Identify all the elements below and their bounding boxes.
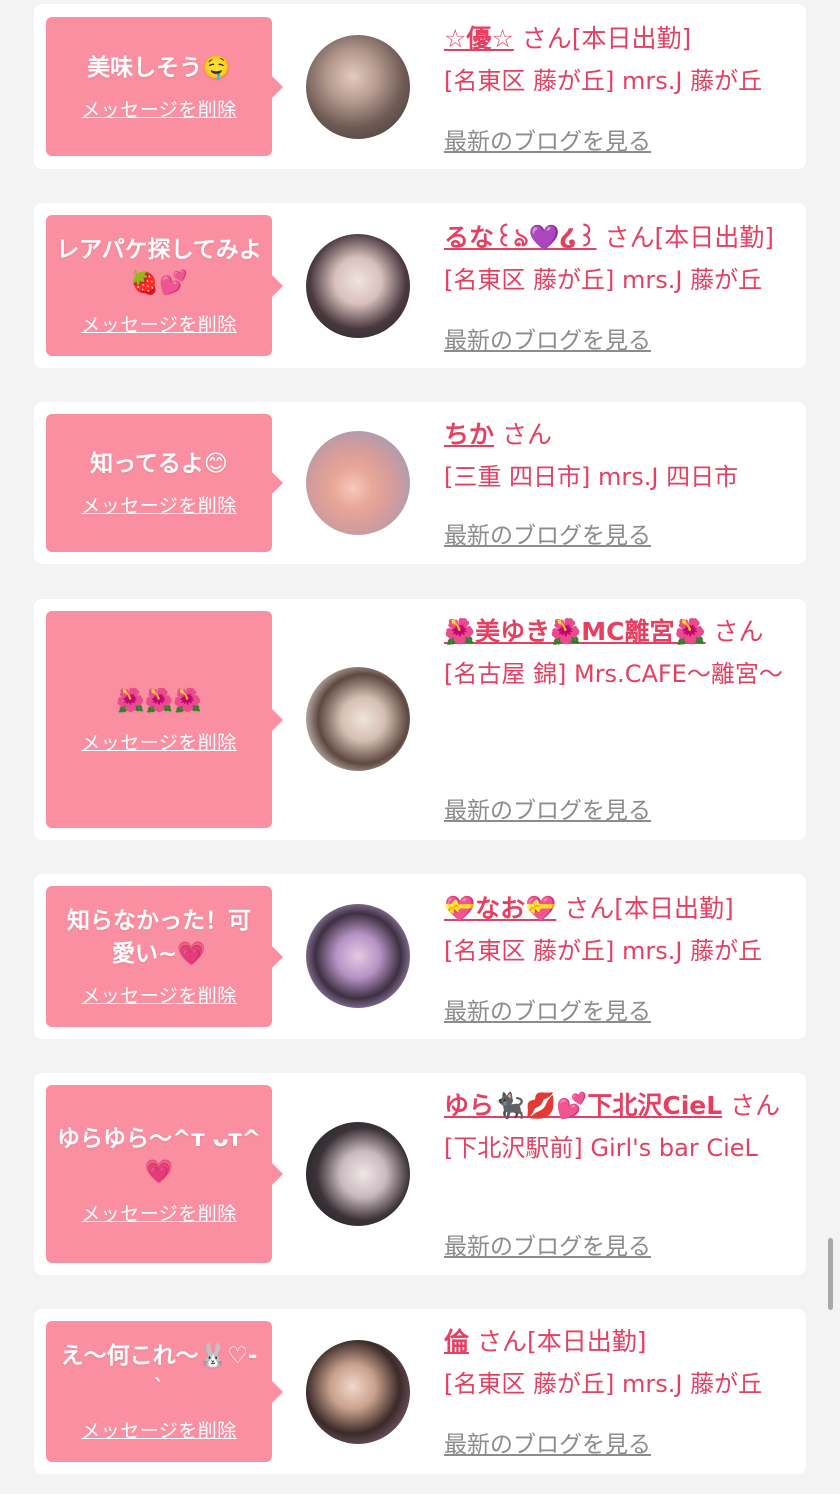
sender-name-line: 倫 さん[本日出勤]: [444, 1321, 794, 1363]
latest-blog-link[interactable]: 最新のブログを見る: [444, 992, 651, 1026]
honorific: さん: [469, 1327, 527, 1356]
sender-name-link[interactable]: ☆優☆: [444, 24, 514, 53]
delete-message-link[interactable]: メッセージを削除: [81, 95, 237, 122]
sender-name-link[interactable]: 倫: [444, 1327, 469, 1356]
sender-info: ☆優☆ さん[本日出勤] [名東区 藤が丘] mrs.J 藤が丘 最新のブログを…: [444, 18, 794, 158]
message-card: ゆらゆら〜^ᴛ ᴗᴛ^💗 メッセージを削除 ゆら🐈‍⬛💋💕下北沢CieL さん …: [34, 1073, 806, 1275]
avatar[interactable]: [306, 667, 410, 771]
sender-info: 倫 さん[本日出勤] [名東区 藤が丘] mrs.J 藤が丘 最新のブログを見る: [444, 1321, 794, 1461]
message-text: 🌺🌺🌺: [116, 687, 202, 714]
latest-blog-link[interactable]: 最新のブログを見る: [444, 516, 651, 550]
message-text: ゆらゆら〜^ᴛ ᴗᴛ^💗: [56, 1125, 261, 1185]
latest-blog-link[interactable]: 最新のブログを見る: [444, 791, 651, 825]
delete-message-link[interactable]: メッセージを削除: [81, 310, 237, 337]
latest-blog-link[interactable]: 最新のブログを見る: [444, 321, 651, 355]
sender-name-link[interactable]: ゆら🐈‍⬛💋💕下北沢CieL: [444, 1091, 722, 1120]
store-name: [下北沢駅前] Girl's bar CieL: [444, 1134, 758, 1162]
message-text: 知ってるよ😊: [90, 451, 228, 477]
message-bubble: レアパケ探してみよ🍓💕 メッセージを削除: [46, 215, 283, 356]
sender-info: ちか さん [三重 四日市] mrs.J 四日市 最新のブログを見る: [444, 414, 794, 554]
sender-name-link[interactable]: ちか: [444, 420, 494, 449]
honorific: さん: [513, 24, 572, 53]
sender-name-link[interactable]: 🌺美ゆき🌺MC離宮🌺: [444, 617, 706, 646]
delete-message-link[interactable]: メッセージを削除: [81, 728, 237, 755]
honorific: さん: [596, 223, 655, 252]
honorific: さん: [494, 420, 552, 449]
sender-info: るな꒰ঌ💜໒꒱ さん[本日出勤] [名東区 藤が丘] mrs.J 藤が丘 最新の…: [444, 217, 794, 357]
sender-name-link[interactable]: るな꒰ঌ💜໒꒱: [444, 223, 597, 252]
avatar[interactable]: [306, 234, 410, 338]
message-card: え〜何これ〜🐰♡-` メッセージを削除 倫 さん[本日出勤] [名東区 藤が丘]…: [34, 1309, 806, 1474]
message-card: 知らなかった！可愛い~💗 メッセージを削除 💝なお💝 さん[本日出勤] [名東区…: [34, 874, 806, 1039]
sender-name-line: ちか さん: [444, 414, 794, 456]
message-card: レアパケ探してみよ🍓💕 メッセージを削除 るな꒰ঌ💜໒꒱ さん[本日出勤] [名…: [34, 203, 806, 368]
message-bubble: 知ってるよ😊 メッセージを削除: [46, 414, 283, 552]
message-bubble: 知らなかった！可愛い~💗 メッセージを削除: [46, 886, 283, 1027]
avatar[interactable]: [306, 35, 410, 139]
honorific: さん: [556, 894, 615, 923]
delete-message-link[interactable]: メッセージを削除: [81, 981, 237, 1008]
message-text: 美味しそう🤤: [87, 54, 231, 81]
delete-message-link[interactable]: メッセージを削除: [81, 1416, 237, 1443]
avatar[interactable]: [306, 1340, 410, 1444]
avatar[interactable]: [306, 1122, 410, 1226]
message-text: レアパケ探してみよ🍓💕: [56, 237, 262, 296]
status-badge: [本日出勤]: [526, 1327, 647, 1356]
message-card: 美味しそう🤤 メッセージを削除 ☆優☆ さん[本日出勤] [名東区 藤が丘] m…: [34, 4, 806, 169]
status-badge: [本日出勤]: [614, 894, 734, 923]
sender-name-line: ゆら🐈‍⬛💋💕下北沢CieL さん: [444, 1085, 794, 1127]
message-bubble: え〜何これ〜🐰♡-` メッセージを削除: [46, 1321, 283, 1462]
store-name: [名東区 藤が丘] mrs.J 藤が丘: [444, 266, 763, 294]
message-text: え〜何これ〜🐰♡-`: [60, 1343, 258, 1402]
honorific: さん: [722, 1091, 781, 1120]
sender-name-link[interactable]: 💝なお💝: [444, 894, 556, 923]
sender-name-line: 🌺美ゆき🌺MC離宮🌺 さん: [444, 611, 794, 653]
sender-info: ゆら🐈‍⬛💋💕下北沢CieL さん [下北沢駅前] Girl's bar Cie…: [444, 1085, 794, 1265]
store-name: [三重 四日市] mrs.J 四日市: [444, 463, 739, 491]
latest-blog-link[interactable]: 最新のブログを見る: [444, 122, 651, 156]
status-badge: [本日出勤]: [571, 24, 692, 53]
message-card: 知ってるよ😊 メッセージを削除 ちか さん [三重 四日市] mrs.J 四日市…: [34, 402, 806, 564]
message-card: 🌺🌺🌺 メッセージを削除 🌺美ゆき🌺MC離宮🌺 さん [名古屋 錦] Mrs.C…: [34, 599, 806, 840]
delete-message-link[interactable]: メッセージを削除: [81, 1199, 237, 1226]
sender-name-line: るな꒰ঌ💜໒꒱ さん[本日出勤]: [444, 217, 794, 259]
store-name: [名古屋 錦] Mrs.CAFE～離宮～: [444, 660, 783, 688]
sender-info: 💝なお💝 さん[本日出勤] [名東区 藤が丘] mrs.J 藤が丘 最新のブログ…: [444, 888, 794, 1028]
store-name: [名東区 藤が丘] mrs.J 藤が丘: [444, 937, 763, 965]
delete-message-link[interactable]: メッセージを削除: [81, 491, 237, 518]
avatar[interactable]: [306, 431, 410, 535]
sender-info: 🌺美ゆき🌺MC離宮🌺 さん [名古屋 錦] Mrs.CAFE～離宮～ 最新のブロ…: [444, 611, 794, 831]
message-bubble: 🌺🌺🌺 メッセージを削除: [46, 611, 283, 828]
message-bubble: ゆらゆら〜^ᴛ ᴗᴛ^💗 メッセージを削除: [46, 1085, 283, 1263]
status-badge: [本日出勤]: [654, 223, 775, 252]
message-text: 知らなかった！可愛い~💗: [67, 908, 251, 967]
store-name: [名東区 藤が丘] mrs.J 藤が丘: [444, 67, 763, 95]
sender-name-line: ☆優☆ さん[本日出勤]: [444, 18, 794, 60]
honorific: さん: [705, 617, 764, 646]
latest-blog-link[interactable]: 最新のブログを見る: [444, 1425, 651, 1459]
avatar[interactable]: [306, 904, 410, 1008]
message-bubble: 美味しそう🤤 メッセージを削除: [46, 17, 283, 156]
store-name: [名東区 藤が丘] mrs.J 藤が丘: [444, 1370, 763, 1398]
latest-blog-link[interactable]: 最新のブログを見る: [444, 1227, 651, 1261]
scrollbar-thumb[interactable]: [828, 1238, 833, 1310]
sender-name-line: 💝なお💝 さん[本日出勤]: [444, 888, 794, 930]
